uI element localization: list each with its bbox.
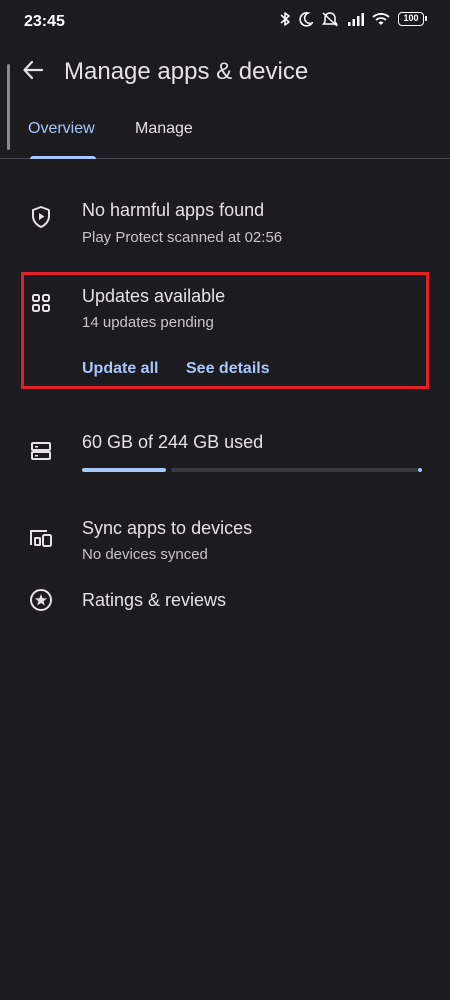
tab-overview[interactable]: Overview — [28, 120, 95, 138]
sync-title: Sync apps to devices — [82, 518, 253, 538]
apps-grid-icon — [28, 290, 54, 316]
status-icons: 100 — [279, 11, 427, 27]
star-circle-icon — [28, 587, 54, 613]
storage-used-fill — [82, 468, 166, 472]
moon-icon — [299, 11, 313, 27]
tab-bar: Overview Manage — [0, 110, 450, 159]
storage-free-track — [171, 468, 418, 472]
page-title: Manage apps & device — [64, 58, 309, 85]
bluetooth-icon — [279, 11, 291, 27]
updates-title: Updates available — [82, 286, 226, 306]
storage-title: 60 GB of 244 GB used — [82, 432, 264, 452]
battery-icon: 100 — [398, 12, 427, 26]
wifi-icon — [372, 12, 390, 26]
tab-manage[interactable]: Manage — [135, 120, 193, 138]
see-details-button[interactable]: See details — [186, 360, 270, 378]
shield-play-icon — [28, 204, 54, 230]
sync-subtitle: No devices synced — [82, 546, 208, 563]
storage-icon — [28, 438, 54, 464]
updates-subtitle: 14 updates pending — [82, 314, 214, 331]
top-app-bar: Manage apps & device — [0, 50, 450, 94]
status-clock: 23:45 — [24, 13, 65, 30]
sync-row[interactable]: Sync apps to devices No devices synced — [0, 514, 450, 574]
play-protect-subtitle: Play Protect scanned at 02:56 — [82, 229, 283, 246]
play-protect-title: No harmful apps found — [82, 200, 265, 220]
back-button[interactable] — [17, 56, 49, 88]
arrow-back-icon — [22, 59, 44, 86]
storage-progress-bar — [82, 468, 422, 473]
storage-row[interactable]: 60 GB of 244 GB used — [0, 428, 450, 488]
storage-end-dot — [418, 468, 422, 472]
updates-row[interactable]: Updates available 14 updates pending — [0, 282, 450, 342]
tab-selected-indicator — [30, 156, 96, 159]
devices-icon — [28, 525, 54, 551]
ratings-row[interactable]: Ratings & reviews — [0, 586, 450, 616]
signal-icon — [347, 12, 364, 26]
update-all-button[interactable]: Update all — [82, 360, 158, 378]
ratings-title: Ratings & reviews — [82, 590, 227, 610]
vibrate-off-icon — [321, 11, 339, 27]
play-protect-row[interactable]: No harmful apps found Play Protect scann… — [0, 196, 450, 256]
status-bar: 23:45 100 — [0, 0, 450, 44]
